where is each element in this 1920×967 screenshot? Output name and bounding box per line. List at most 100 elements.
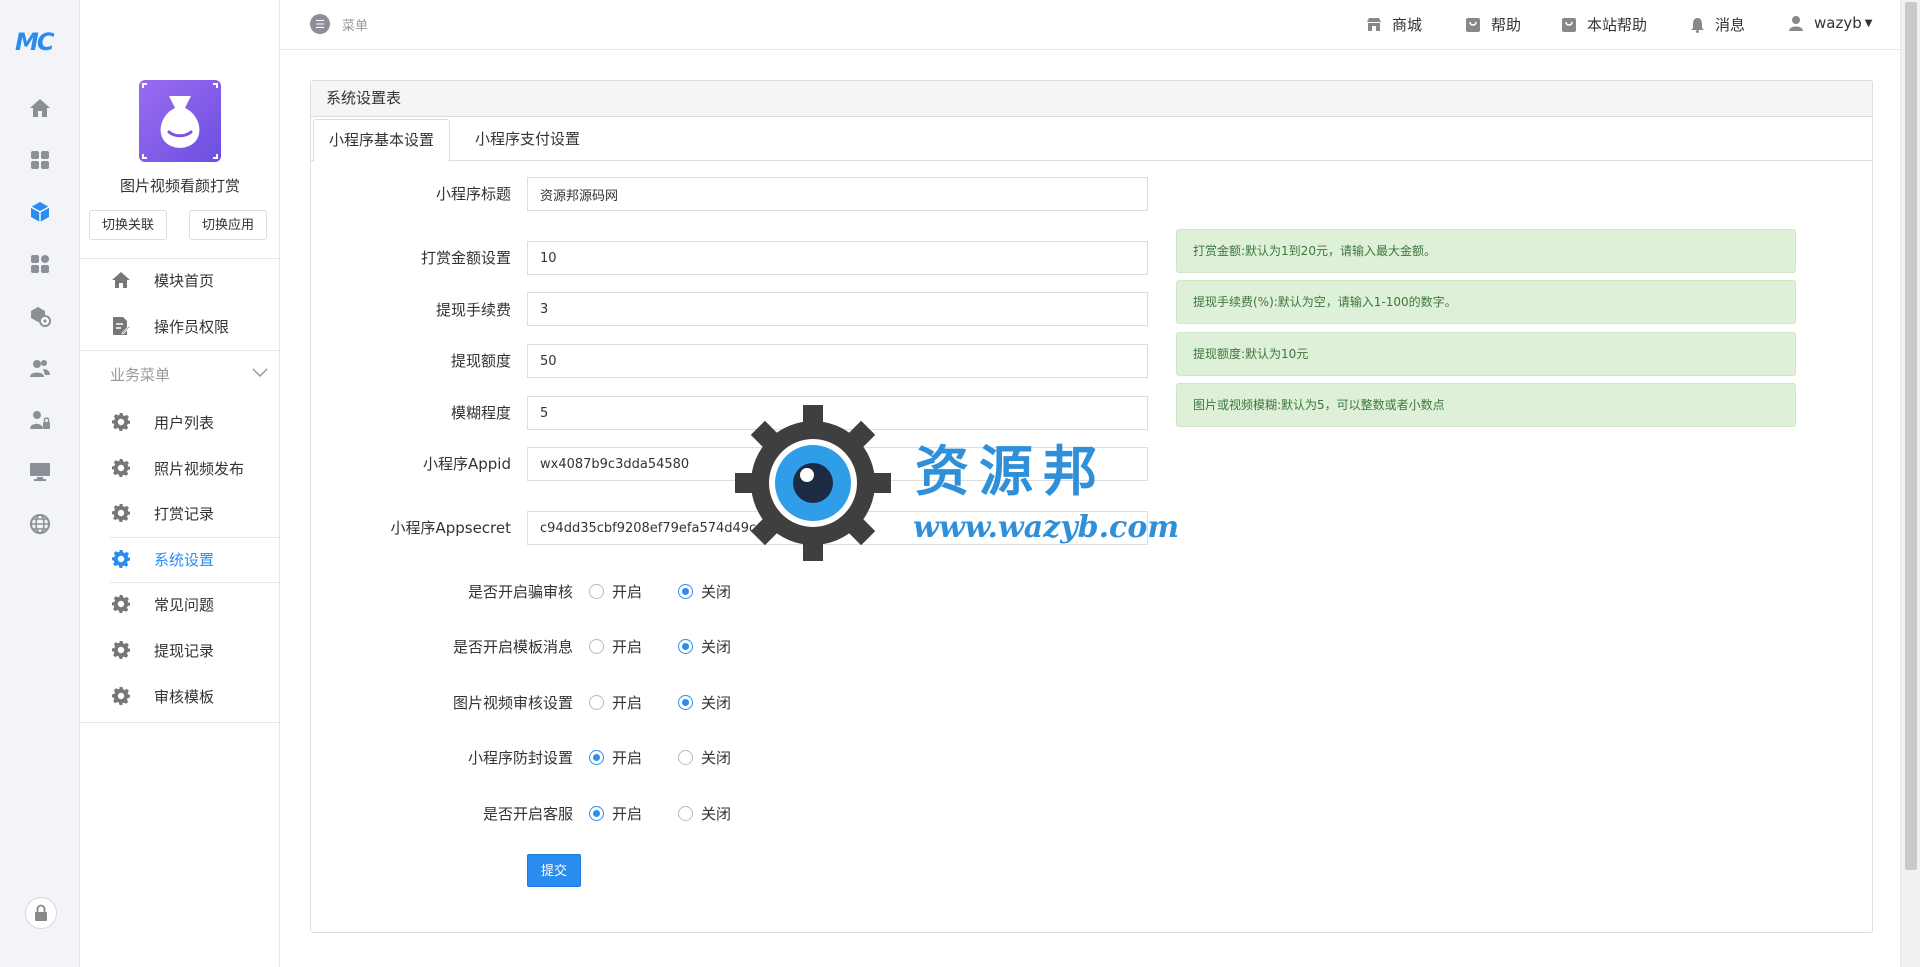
field-label-blur-level: 模糊程度 [450,404,511,422]
rail-plugin-icon[interactable] [0,294,80,338]
appsecret-input[interactable] [527,511,1148,545]
gear-icon [110,411,132,433]
radio-review-bypass-off[interactable]: 关闭 [678,581,731,602]
field-label-appsecret: 小程序Appsecret [390,519,511,537]
gear-icon [110,639,132,661]
user-menu[interactable]: wazyb ▼ [1788,14,1872,32]
blur-level-input[interactable] [527,396,1148,430]
gear-icon [110,548,132,570]
sidebar-item-label: 模块首页 [154,271,215,290]
radio-media-review-on[interactable]: 开启 [589,692,642,713]
header-link-store[interactable]: 商城 [1366,14,1422,35]
sidebar-item-label: 提现记录 [154,641,215,660]
rail-apps-icon[interactable] [0,138,80,182]
sidebar-item-reward-records[interactable]: 打赏记录 [80,491,280,535]
sidebar-item-label: 常见问题 [154,595,215,614]
field-label-reward-amount: 打赏金额设置 [420,249,511,267]
gear-icon [110,457,132,479]
appid-input[interactable] [527,447,1148,481]
withdraw-limit-input[interactable] [527,344,1148,378]
radio-circle [678,584,693,599]
radio-circle [678,750,693,765]
radio-template-message-off[interactable]: 关闭 [678,636,731,657]
rail-users-icon[interactable] [0,346,80,390]
radio-anti-ban-on[interactable]: 开启 [589,747,642,768]
home-icon [110,269,132,291]
radio-template-message-on[interactable]: 开启 [589,636,642,657]
menu-toggle[interactable]: ☰ 菜单 [310,14,368,34]
sidebar-item-user-list[interactable]: 用户列表 [80,400,280,444]
rail-cube-icon[interactable] [0,190,80,234]
radio-option-label: 开启 [612,749,643,767]
rail-home-icon[interactable] [0,86,80,130]
radio-customer-service-off[interactable]: 关闭 [678,803,731,824]
sidebar-item-operator-permissions[interactable]: 操作员权限 [80,304,280,348]
field-label-withdraw-fee: 提现手续费 [435,301,511,319]
edit-icon [110,315,132,337]
store-icon [1366,17,1382,32]
radio-customer-service-on[interactable]: 开启 [589,803,642,824]
radio-circle [589,806,604,821]
radio-option-label: 关闭 [701,749,732,767]
lock-screen-button[interactable] [25,897,57,929]
lock-icon [35,904,47,921]
bell-icon [1690,17,1705,33]
gear-icon [110,593,132,615]
gear-icon [110,685,132,707]
rail-modules-icon[interactable] [0,242,80,286]
sidebar-item-withdraw-records[interactable]: 提现记录 [80,628,280,672]
page-scrollbar[interactable] [1900,0,1920,967]
chevron-down-icon[interactable] [252,368,268,378]
header-link-site-help[interactable]: 本站帮助 [1561,14,1647,35]
app-name: 图片视频看颜打赏 [119,177,240,195]
user-icon [1788,15,1804,31]
sidebar-item-module-home[interactable]: 模块首页 [80,258,280,302]
switch-link-button[interactable]: 切换关联 [89,210,168,240]
submit-button[interactable]: 提交 [527,854,581,887]
withdraw-fee-input[interactable] [527,292,1148,326]
tip-withdraw-fee: 提现手续费(%):默认为空，请输入1-100的数字。 [1176,280,1796,324]
menu-toggle-label: 菜单 [342,18,369,34]
sidebar-item-review-template[interactable]: 审核模板 [80,674,280,718]
radio-option-label: 关闭 [701,694,732,712]
panel-title: 系统设置表 [311,81,1872,117]
brand-logo[interactable]: MC [15,28,54,56]
business-menu-group[interactable]: 业务菜单 [110,364,170,385]
username: wazyb [1814,14,1862,32]
tab-basic-settings[interactable]: 小程序基本设置 [313,119,451,162]
header-link-label: 消息 [1715,16,1746,34]
top-bar: ☰ 菜单 商城 帮助 本站帮助 消息 wazyb ▼ [280,0,1900,50]
title-input[interactable] [527,177,1148,211]
sidebar-item-label: 用户列表 [154,413,215,432]
radio-review-bypass-on[interactable]: 开启 [589,581,642,602]
reward-amount-input[interactable] [527,241,1148,275]
rail-monitor-icon[interactable] [0,450,80,494]
radio-option-label: 关闭 [701,805,732,823]
radio-anti-ban-off[interactable]: 关闭 [678,747,731,768]
radio-option-label: 开启 [612,638,643,656]
tab-payment-settings[interactable]: 小程序支付设置 [460,119,595,161]
radio-circle [589,584,604,599]
icon-rail: MC [0,0,80,967]
header-link-messages[interactable]: 消息 [1690,14,1745,35]
rail-globe-icon[interactable] [0,502,80,546]
gear-icon [110,502,132,524]
sidebar-item-photo-video-publish[interactable]: 照片视频发布 [80,446,280,490]
scrollbar-thumb[interactable] [1905,2,1917,870]
caret-down-icon: ▼ [1864,17,1873,29]
header-link-help[interactable]: 帮助 [1465,14,1521,35]
sidebar-item-label: 打赏记录 [154,504,215,523]
sidebar-item-system-settings[interactable]: 系统设置 [80,537,280,581]
settings-panel: 系统设置表 小程序基本设置 小程序支付设置 小程序标题 打赏金额设置 提现手续费… [310,80,1873,933]
radio-option-label: 关闭 [701,583,732,601]
rail-user-lock-icon[interactable] [0,398,80,442]
radio-media-review-off[interactable]: 关闭 [678,692,731,713]
money-bag-icon [142,83,218,159]
radio-circle [678,639,693,654]
sidebar-item-faq[interactable]: 常见问题 [80,582,280,626]
radio-option-label: 开启 [612,805,643,823]
radio-label-template-message: 是否开启模板消息 [452,638,573,656]
tip-blur-level: 图片或视频模糊:默认为5，可以整数或者小数点 [1176,383,1796,427]
switch-app-button[interactable]: 切换应用 [189,210,268,240]
settings-tabs: 小程序基本设置 小程序支付设置 [311,117,1872,162]
